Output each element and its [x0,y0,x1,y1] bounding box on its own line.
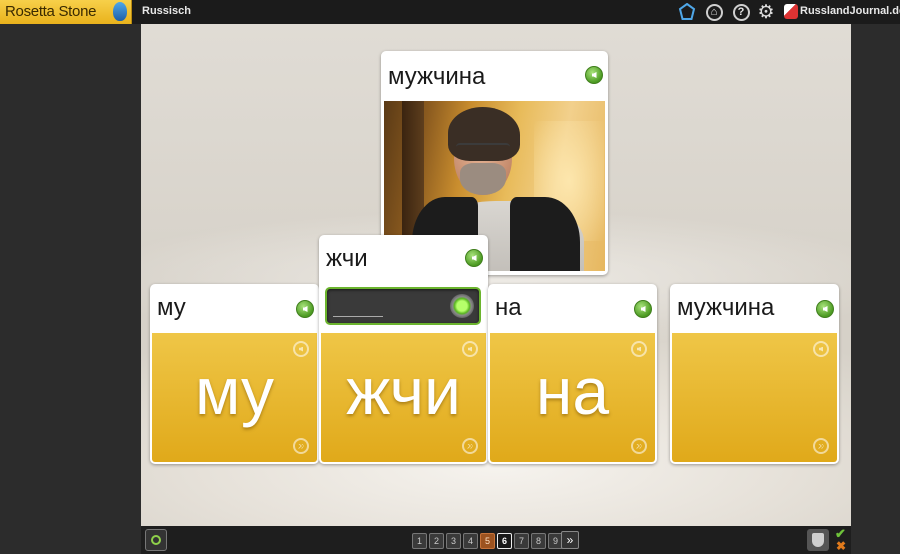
prompt-word: мужчина [388,63,486,90]
score-icon[interactable] [807,529,829,551]
card-label: на [495,294,522,321]
screen-pager: 123456789 [412,533,563,549]
card-label: му [157,294,186,321]
page-button-5[interactable]: 5 [480,533,495,549]
replay-audio-icon[interactable] [813,341,829,357]
syllable-tile: му [152,333,317,462]
hint-button[interactable] [145,529,167,551]
home-button[interactable]: ⌂ [704,2,724,22]
syllable-text: му [194,354,275,428]
page-button-7[interactable]: 7 [514,533,529,549]
syllable-card-4[interactable]: мужчина [670,284,839,464]
syllable-card-3[interactable]: на на [488,284,657,464]
site-logo-icon [784,4,798,19]
microphone-icon[interactable] [450,294,474,318]
top-bar: Rosetta Stone Russisch ⌂ ? ⚙ RusslandJou… [0,0,900,24]
syllable-tile: на [490,333,655,462]
syllable-card-1[interactable]: му му [150,284,319,464]
speaker-icon[interactable] [465,249,483,267]
card-label: мужчина [677,294,775,321]
page-button-6[interactable]: 6 [497,533,512,549]
lesson-stage: мужчина му му жчи жчи на на мужчина [141,24,851,526]
gear-icon: ⚙ [757,1,775,23]
bottom-bar: 123456789 » ✔ ✖ [141,526,851,554]
page-button-4[interactable]: 4 [463,533,478,549]
brand-name: Rosetta Stone [5,3,97,20]
forward-icon[interactable] [631,438,647,454]
answer-box[interactable] [325,287,481,325]
settings-button[interactable]: ⚙ [756,1,776,23]
speaker-icon[interactable] [585,66,603,84]
syllable-text: на [535,354,610,428]
magnifier-icon [151,535,161,545]
rosetta-stone-logo: Rosetta Stone [0,0,132,24]
answer-underline [333,316,383,317]
syllable-tile: жчи [321,333,486,462]
speaker-icon[interactable] [296,300,314,318]
replay-audio-icon[interactable] [293,341,309,357]
page-button-8[interactable]: 8 [531,533,546,549]
course-name: Russisch [142,5,191,17]
forward-icon[interactable] [293,438,309,454]
speaker-icon[interactable] [816,300,834,318]
forward-icon[interactable] [813,438,829,454]
page-button-3[interactable]: 3 [446,533,461,549]
syllable-tile [672,333,837,462]
page-button-1[interactable]: 1 [412,533,427,549]
syllable-card-2[interactable]: жчи жчи [319,235,488,464]
replay-audio-icon[interactable] [462,341,478,357]
card-label: жчи [326,245,368,272]
page-button-2[interactable]: 2 [429,533,444,549]
replay-audio-icon[interactable] [631,341,647,357]
help-icon: ? [732,3,750,21]
speaker-icon[interactable] [634,300,652,318]
next-screen-button[interactable]: » [561,531,579,549]
site-link[interactable]: RusslandJournal.de [800,5,900,17]
rosetta-stone-mark-icon [113,2,127,21]
shield-icon[interactable] [677,2,697,22]
incorrect-count-icon: ✖ [836,539,847,553]
syllable-text: жчи [346,354,461,428]
help-button[interactable]: ? [731,2,751,22]
home-icon: ⌂ [705,3,723,21]
forward-icon[interactable] [462,438,478,454]
